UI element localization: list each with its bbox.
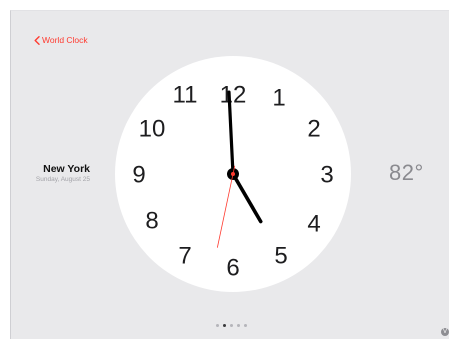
clock-numeral-3: 3 — [320, 162, 333, 189]
clock-numeral-2: 2 — [307, 116, 320, 143]
clock-numeral-1: 1 — [272, 85, 285, 112]
analog-clock: 12 1 2 3 4 5 6 7 8 9 10 11 — [115, 56, 351, 292]
temperature-readout: 82° — [389, 160, 424, 185]
corner-badge-icon: V — [441, 328, 449, 336]
page-dot-5[interactable] — [244, 324, 247, 327]
clock-numeral-10: 10 — [139, 116, 166, 143]
clock-detail-screen: World Clock New York Sunday, August 25 1… — [10, 10, 449, 339]
clock-numeral-12: 12 — [220, 82, 247, 109]
clock-numeral-7: 7 — [178, 243, 191, 270]
page-dot-1[interactable] — [216, 324, 219, 327]
clock-numeral-6: 6 — [226, 255, 239, 282]
clock-numeral-11: 11 — [173, 82, 198, 109]
page-dot-4[interactable] — [237, 324, 240, 327]
clock-numeral-9: 9 — [132, 162, 145, 189]
clock-numeral-5: 5 — [274, 243, 287, 270]
clock-numeral-8: 8 — [145, 208, 158, 235]
clock-numeral-4: 4 — [307, 211, 320, 238]
page-dot-3[interactable] — [230, 324, 233, 327]
second-hand-pivot — [231, 172, 235, 176]
page-indicator[interactable] — [216, 324, 247, 327]
page-dot-2[interactable] — [223, 324, 226, 327]
